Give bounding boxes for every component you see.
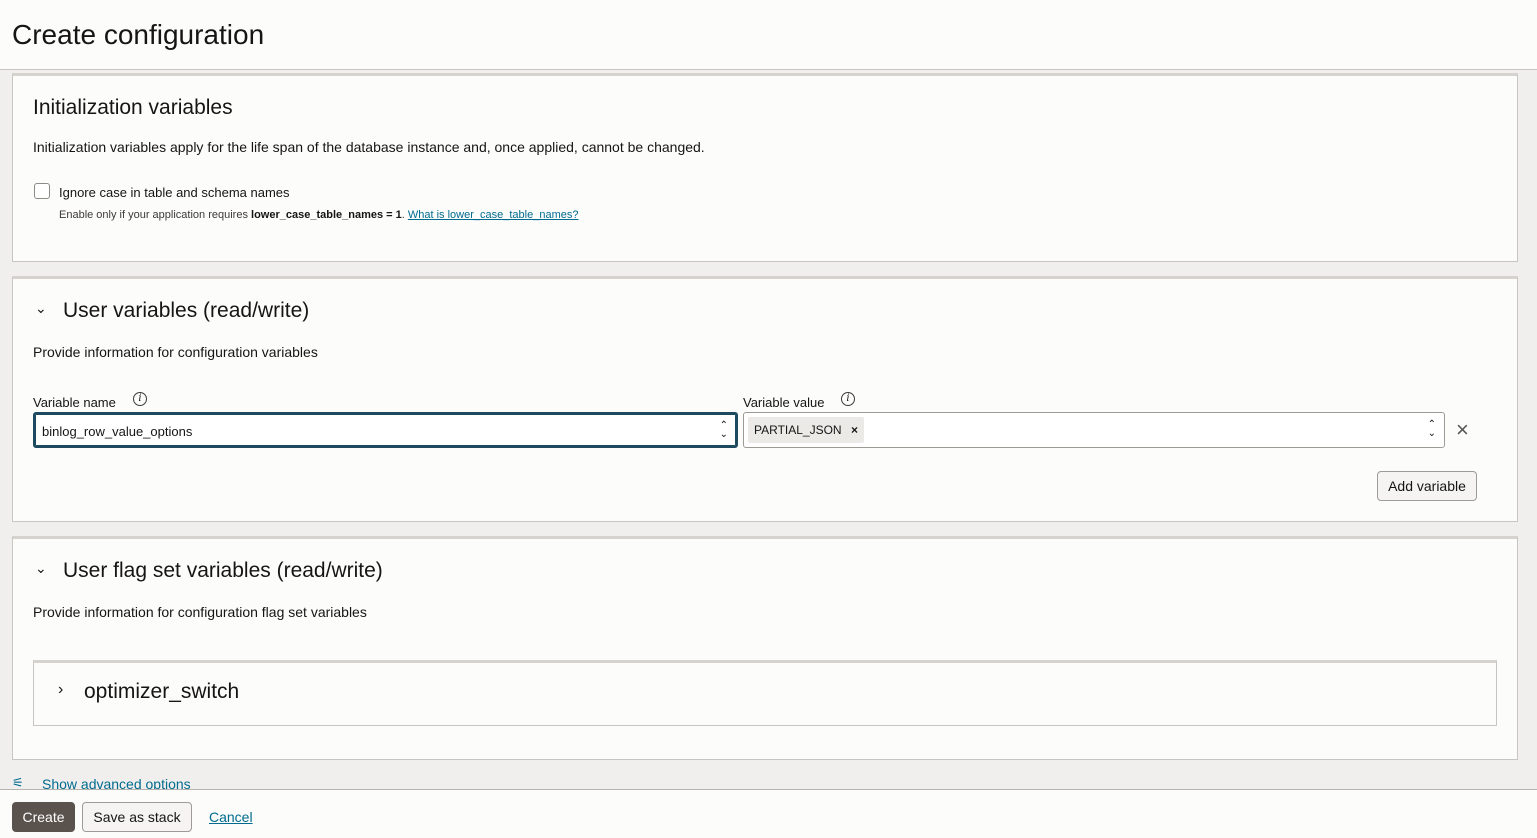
section-description: Provide information for configuration fl… [33, 604, 367, 620]
checkbox-help: Enable only if your application requires… [59, 209, 578, 221]
variable-value-select[interactable]: PARTIAL_JSON × ⌃ ⌄ [743, 412, 1445, 448]
variable-name-label: Variable name [33, 395, 116, 410]
updown-icon: ⌃ ⌄ [719, 420, 728, 440]
updown-icon: ⌃ ⌄ [1427, 419, 1436, 439]
footer: Create Save as stack Cancel [0, 789, 1537, 838]
page-header: Create configuration [0, 0, 1537, 70]
section-title[interactable]: User flag set variables (read/write) [63, 559, 383, 583]
section-title[interactable]: User variables (read/write) [63, 299, 309, 323]
save-as-stack-button[interactable]: Save as stack [82, 802, 192, 832]
optimizer-switch-item[interactable]: › optimizer_switch [33, 660, 1497, 726]
info-icon[interactable]: i [841, 392, 855, 406]
chevron-right-icon[interactable]: › [58, 681, 63, 699]
variable-name-select[interactable]: binlog_row_value_options ⌃ ⌄ [33, 412, 738, 448]
chevron-down-icon[interactable]: ⌄ [35, 300, 47, 317]
help-bold: lower_case_table_names = 1 [251, 209, 402, 221]
initialization-variables-panel: Initialization variables Initialization … [12, 73, 1518, 262]
checkbox-label: Ignore case in table and schema names [59, 185, 290, 200]
section-description: Provide information for configuration va… [33, 344, 318, 360]
user-variables-panel: ⌄ User variables (read/write) Provide in… [12, 276, 1518, 522]
cancel-link[interactable]: Cancel [209, 809, 253, 825]
value-chip: PARTIAL_JSON × [748, 417, 864, 443]
chevron-down-icon[interactable]: ⌄ [35, 560, 47, 577]
create-button[interactable]: Create [12, 802, 75, 832]
help-link[interactable]: What is lower_case_table_names? [408, 209, 579, 221]
chip-label: PARTIAL_JSON [754, 423, 842, 437]
add-variable-button[interactable]: Add variable [1377, 471, 1477, 501]
info-icon[interactable]: i [133, 392, 147, 406]
item-title: optimizer_switch [84, 680, 240, 703]
section-title: Initialization variables [33, 96, 233, 119]
remove-variable-icon[interactable]: × [1456, 417, 1469, 443]
help-text: Enable only if your application requires [59, 209, 252, 221]
page-title: Create configuration [12, 19, 265, 50]
variable-name-value: binlog_row_value_options [42, 424, 193, 439]
ignore-case-checkbox[interactable] [34, 183, 50, 199]
section-description: Initialization variables apply for the l… [33, 139, 705, 155]
remove-chip-icon[interactable]: × [851, 423, 858, 437]
user-flag-variables-panel: ⌄ User flag set variables (read/write) P… [12, 536, 1518, 760]
variable-value-label: Variable value [743, 395, 825, 410]
